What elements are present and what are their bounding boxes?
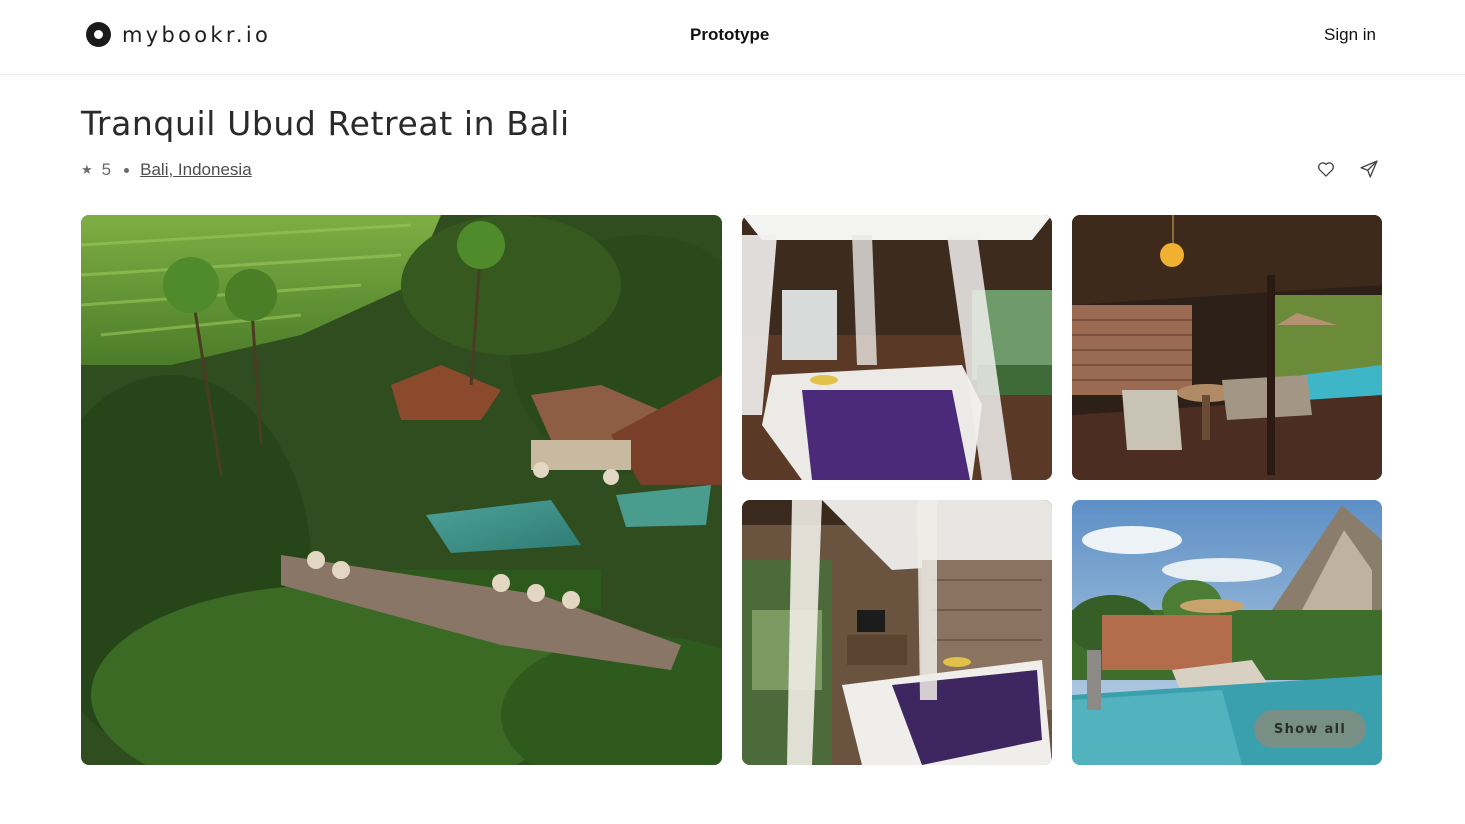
sign-in-link[interactable]: Sign in [1324, 25, 1376, 45]
patio-pool-photo[interactable] [1072, 215, 1382, 480]
rating-value: 5 [101, 160, 112, 179]
location-link[interactable]: Bali, Indonesia [140, 160, 252, 180]
brand-name: mybookr.io [122, 22, 272, 47]
top-nav-bar: mybookr.io Prototype Sign in [0, 0, 1465, 75]
heart-icon[interactable] [1316, 159, 1336, 179]
show-all-button[interactable]: Show all [1254, 710, 1366, 748]
bedroom-canopy-photo[interactable] [742, 215, 1052, 480]
listing-meta: ★ 5 Bali, Indonesia [81, 160, 252, 180]
star-icon: ★ [81, 162, 93, 177]
prototype-label: Prototype [690, 25, 770, 44]
bedroom-wood-panel-photo[interactable] [742, 500, 1052, 765]
separator-dot [124, 167, 130, 173]
main-photo[interactable] [81, 215, 722, 765]
share-icon[interactable] [1359, 159, 1379, 179]
brand-logo-icon [86, 22, 111, 47]
listing-title: Tranquil Ubud Retreat in Bali [81, 104, 570, 143]
brand-logo-link[interactable]: mybookr.io [86, 22, 271, 47]
